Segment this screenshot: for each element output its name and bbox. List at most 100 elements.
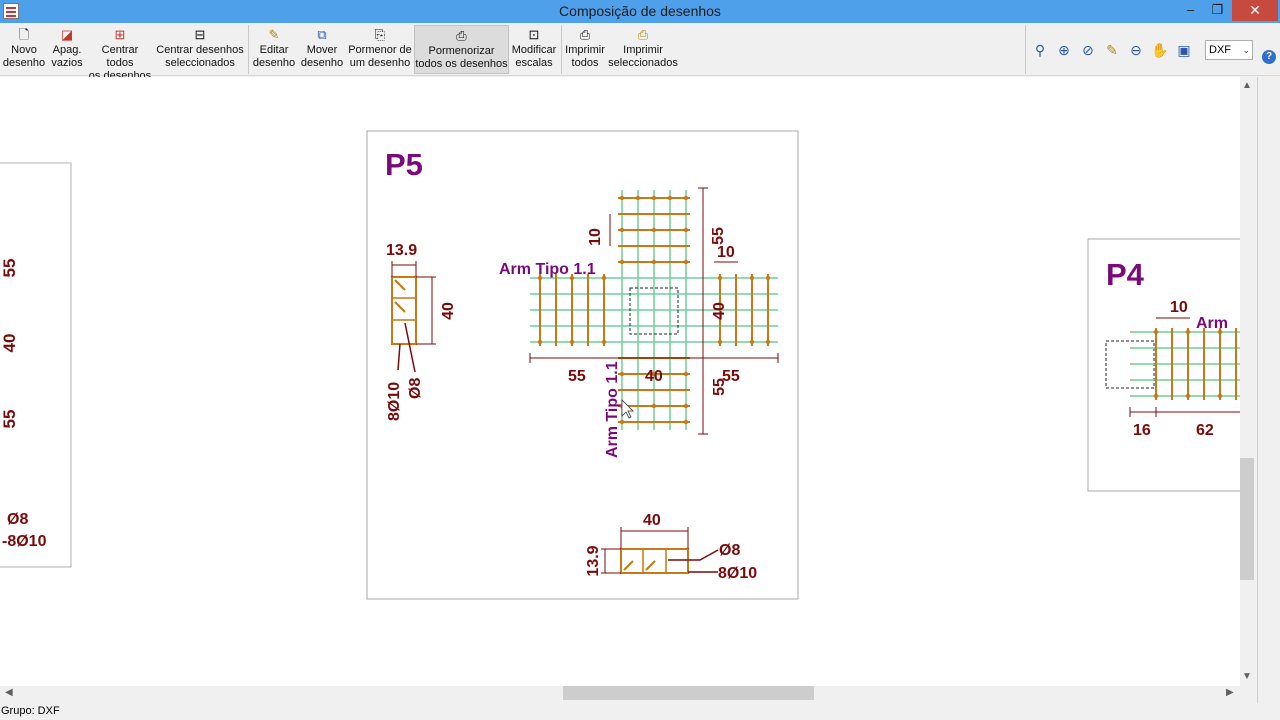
drawing-p4[interactable]: P4 10 16 62 Arm <box>1087 238 1240 492</box>
new-document-icon: 🗋 <box>18 27 30 42</box>
left-stirrup-label: Ø8 <box>7 511 28 528</box>
center-selected-button[interactable]: ⊟ Centrar desenhos seleccionados <box>156 25 244 74</box>
button-label: Modificar <box>511 44 557 56</box>
button-label: Pormenor de <box>348 44 412 56</box>
button-label: um desenho <box>349 57 411 69</box>
center-all-icon: ⊞ <box>114 27 126 42</box>
p5-dim-10-right: 10 <box>717 244 735 261</box>
p5-dim-55-top: 55 <box>710 227 727 245</box>
p5-dim-55-vbottom: 55 <box>711 378 728 396</box>
print-all-icon: ⎙ <box>579 27 591 42</box>
close-button[interactable]: ✕ <box>1232 0 1278 21</box>
drawing-p5[interactable]: P5 13.9 40 8Ø10 Ø8 10 55 10 40 55 40 55 … <box>366 130 799 600</box>
side-panel-edge <box>1257 77 1280 703</box>
zoom-window-icon[interactable]: ⊕ <box>1054 40 1074 60</box>
p5-arm-label-v: Arm Tipo 1.1 <box>604 361 621 458</box>
new-drawing-button[interactable]: 🗋 Novo desenho <box>2 25 46 74</box>
p5-dim-10-top: 10 <box>587 228 604 246</box>
button-label: Mover <box>306 44 338 56</box>
move-drawing-button[interactable]: ⧉ Mover desenho <box>299 25 345 74</box>
toolbar-separator <box>1025 25 1026 74</box>
print-selected-button[interactable]: ⎙ Imprimir seleccionados <box>607 25 679 74</box>
button-label: desenho <box>300 57 344 69</box>
zoom-all-icon[interactable]: ⚲ <box>1030 40 1050 60</box>
p5-dim-40-mid: 40 <box>711 302 728 320</box>
button-label: desenho <box>252 57 296 69</box>
vertical-scrollbar[interactable]: ▲ ▼ <box>1240 77 1257 686</box>
erase-icon: ◪ <box>60 27 74 42</box>
chevron-down-icon: ⌄ <box>1242 45 1250 55</box>
p5-dim-40-bottom: 40 <box>645 368 663 385</box>
button-label: escalas <box>515 57 553 69</box>
button-label: Imprimir <box>623 44 663 56</box>
zoom-out-icon[interactable]: ⊖ <box>1126 40 1146 60</box>
p5-dim-55-left: 55 <box>568 368 586 385</box>
status-bar: Grupo: DXF <box>0 703 1280 720</box>
format-select[interactable]: DXF ⌄ <box>1205 40 1253 60</box>
toolbar-separator <box>248 25 249 74</box>
detail-all-button[interactable]: ⎙ Pormenorizar todos os desenhos <box>414 25 509 74</box>
window-icon[interactable]: ▣ <box>1174 40 1194 60</box>
center-selected-icon: ⊟ <box>194 27 206 42</box>
p4-dim-16: 16 <box>1133 422 1151 439</box>
move-icon: ⧉ <box>317 27 327 42</box>
button-label: Apag. <box>52 44 82 56</box>
scroll-down-icon[interactable]: ▼ <box>1242 671 1252 682</box>
scroll-left-icon[interactable]: ◀ <box>5 687 13 698</box>
button-label: desenho <box>2 57 46 69</box>
button-label: seleccionados <box>165 57 235 69</box>
print-all-button[interactable]: ⎙ Imprimir todos <box>565 25 605 74</box>
button-label: Imprimir <box>565 44 605 56</box>
left-bar-label: -8Ø10 <box>2 533 47 550</box>
detail-drawing-button[interactable]: ⎘ Pormenor de um desenho <box>348 25 412 74</box>
horizontal-scrollbar[interactable]: ◀ ▶ <box>0 686 1240 703</box>
p5-section-height: 40 <box>440 302 457 320</box>
print-selected-icon: ⎙ <box>637 27 649 42</box>
drawing-canvas[interactable]: 55 40 55 Ø8 -8Ø10 P5 13.9 40 8Ø10 Ø8 10 … <box>0 77 1240 686</box>
zoom-previous-icon[interactable]: ⊘ <box>1078 40 1098 60</box>
detail-all-icon: ⎙ <box>456 28 467 43</box>
p4-dim-10: 10 <box>1170 299 1188 316</box>
button-label: Centrar todos <box>101 44 139 69</box>
minimize-button[interactable]: – <box>1177 0 1204 21</box>
restore-button[interactable]: ❐ <box>1204 0 1231 21</box>
edit-icon: ✎ <box>268 27 280 42</box>
p5-beam-width: 40 <box>643 512 661 529</box>
vertical-scroll-thumb[interactable] <box>1240 458 1254 580</box>
pan-hand-icon[interactable]: ✋ <box>1150 40 1170 60</box>
edit-drawing-button[interactable]: ✎ Editar desenho <box>252 25 296 74</box>
title-bar: Composição de desenhos – ❐ ✕ <box>0 0 1280 23</box>
p5-arm-label-h: Arm Tipo 1.1 <box>499 261 596 278</box>
left-dim-40: 40 <box>0 334 19 353</box>
scale-icon: ⊡ <box>528 27 540 42</box>
p5-main-bar: 8Ø10 <box>386 382 403 421</box>
button-label: Editar <box>259 44 289 56</box>
modify-scales-button[interactable]: ⊡ Modificar escalas <box>511 25 557 74</box>
help-icon[interactable]: ? <box>1262 50 1276 64</box>
window-title: Composição de desenhos <box>559 3 721 19</box>
center-all-button[interactable]: ⊞ Centrar todos os desenhos <box>87 25 153 82</box>
left-dim-55a: 55 <box>0 259 19 278</box>
drawing-left[interactable]: 55 40 55 Ø8 -8Ø10 <box>0 162 72 568</box>
button-label: todos os desenhos <box>415 58 508 70</box>
button-label: seleccionados <box>608 57 678 69</box>
left-dim-55b: 55 <box>0 410 19 429</box>
button-label: todos <box>571 57 599 69</box>
p5-beam-stirrup: Ø8 <box>719 542 740 559</box>
pencil-icon[interactable]: ✎ <box>1102 40 1122 60</box>
format-value: DXF <box>1209 44 1231 56</box>
p5-beam-height: 13.9 <box>585 545 602 576</box>
horizontal-scroll-thumb[interactable] <box>563 686 814 700</box>
p4-arm-label: Arm <box>1196 315 1228 332</box>
button-label: Novo <box>11 44 37 56</box>
p5-section-width: 13.9 <box>386 242 417 259</box>
status-text: Grupo: DXF <box>1 705 60 717</box>
p4-title: P4 <box>1106 257 1145 292</box>
button-label: Centrar desenhos <box>156 44 244 56</box>
delete-empty-button[interactable]: ◪ Apag. vazios <box>49 25 85 74</box>
button-label: Pormenorizar <box>428 45 495 57</box>
scroll-right-icon[interactable]: ▶ <box>1226 687 1234 698</box>
p5-stirrup-bar: Ø8 <box>407 378 424 399</box>
p4-dim-62: 62 <box>1196 422 1214 439</box>
scroll-up-icon[interactable]: ▲ <box>1242 80 1252 91</box>
